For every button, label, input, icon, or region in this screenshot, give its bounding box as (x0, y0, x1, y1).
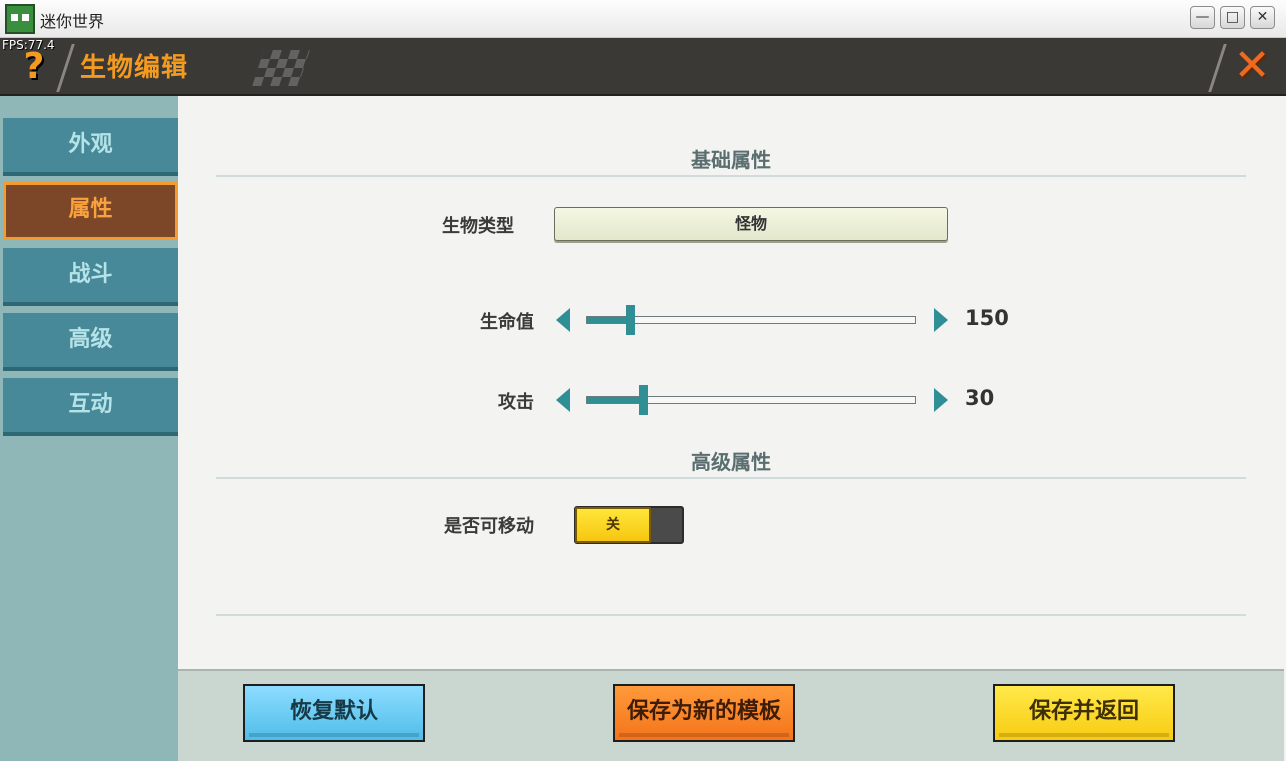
page-title: 生物编辑 (80, 53, 189, 83)
section-divider (216, 614, 1246, 616)
header-divider (56, 44, 75, 92)
fps-counter: FPS:77.4 (2, 38, 55, 52)
basic-attributes-title: 基础属性 (691, 148, 771, 172)
movable-label: 是否可移动 (444, 516, 534, 537)
save-as-template-button[interactable]: 保存为新的模板 (613, 684, 795, 742)
sidebar-item-advanced[interactable]: 高级 (3, 313, 178, 371)
health-increase-icon[interactable] (934, 308, 948, 332)
header-divider (1208, 44, 1227, 92)
attributes-panel: 基础属性 生物类型 怪物 生命值 150 攻击 30 高级属性 是否可移动 关 (178, 96, 1284, 669)
header-decoration (252, 50, 310, 86)
attack-increase-icon[interactable] (934, 388, 948, 412)
health-slider-thumb[interactable] (626, 305, 635, 335)
sidebar-item-appearance[interactable]: 外观 (3, 118, 178, 176)
editor-header: ? FPS:77.4 生物编辑 ✕ (0, 38, 1286, 96)
movable-toggle-knob[interactable]: 关 (575, 507, 651, 543)
attack-slider-fill (587, 397, 643, 403)
section-divider (216, 477, 1246, 479)
sidebar: 外观 属性 战斗 高级 互动 (0, 96, 178, 761)
movable-toggle[interactable]: 关 (574, 506, 684, 544)
creature-type-label: 生物类型 (442, 216, 514, 237)
health-decrease-icon[interactable] (556, 308, 570, 332)
sidebar-item-combat[interactable]: 战斗 (3, 248, 178, 306)
save-and-return-button[interactable]: 保存并返回 (993, 684, 1175, 742)
attack-label: 攻击 (498, 392, 534, 413)
section-divider (216, 175, 1246, 177)
window-title: 迷你世界 (40, 12, 105, 31)
health-value: 150 (965, 306, 1009, 330)
restore-default-button[interactable]: 恢复默认 (243, 684, 425, 742)
close-icon[interactable]: ✕ (1232, 42, 1272, 90)
window-close-button[interactable]: ✕ (1250, 6, 1275, 29)
creature-type-selector[interactable]: 怪物 (554, 207, 948, 241)
attack-decrease-icon[interactable] (556, 388, 570, 412)
sidebar-item-attributes[interactable]: 属性 (3, 182, 178, 240)
maximize-button[interactable]: □ (1220, 6, 1245, 29)
health-slider-fill (587, 317, 630, 323)
sidebar-item-interaction[interactable]: 互动 (3, 378, 178, 436)
footer-bar: 恢复默认 保存为新的模板 保存并返回 (178, 669, 1284, 761)
app-icon (5, 4, 35, 34)
attack-value: 30 (965, 386, 995, 410)
attack-slider-thumb[interactable] (639, 385, 648, 415)
window-titlebar: 迷你世界 — □ ✕ (0, 0, 1286, 38)
health-label: 生命值 (480, 312, 534, 333)
minimize-button[interactable]: — (1190, 6, 1215, 29)
health-slider[interactable] (586, 316, 916, 324)
help-icon[interactable]: ? (14, 46, 54, 88)
advanced-attributes-title: 高级属性 (691, 450, 771, 474)
